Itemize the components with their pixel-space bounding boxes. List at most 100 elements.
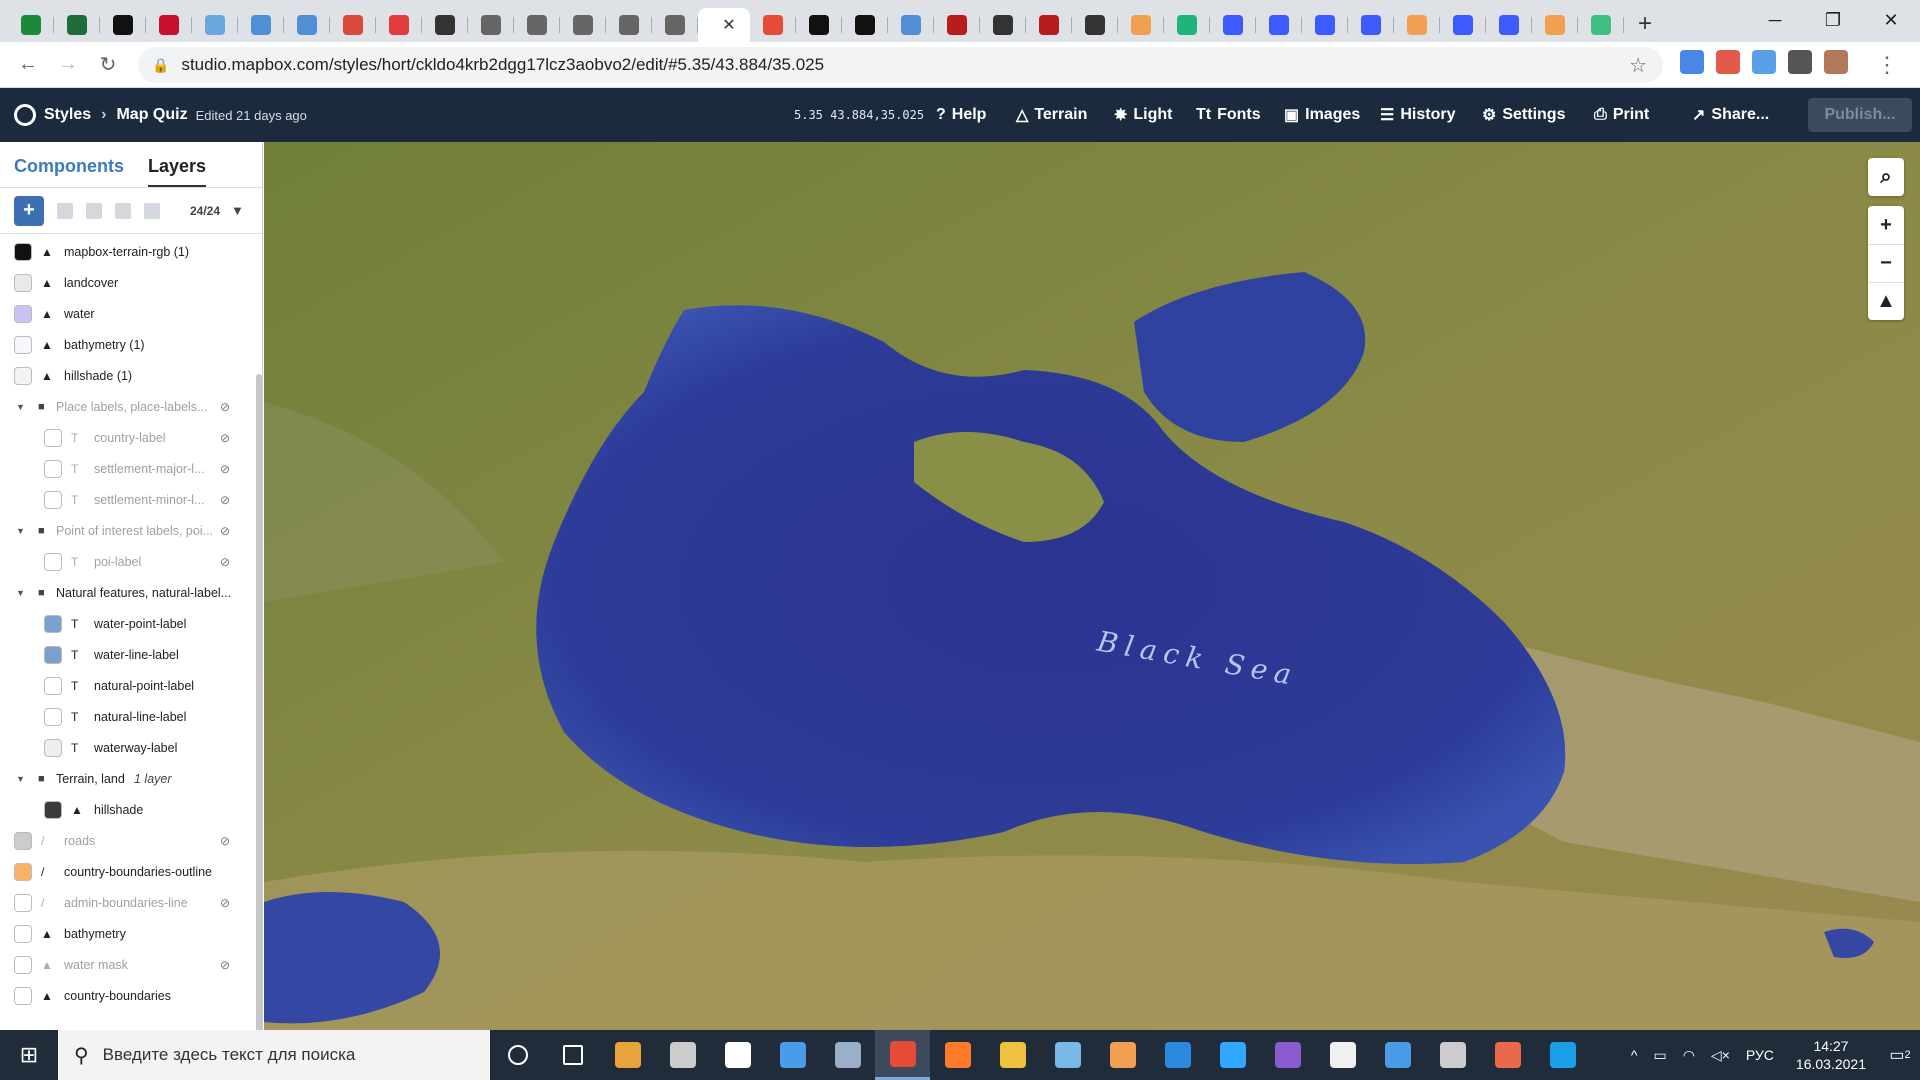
delete-icon[interactable] xyxy=(144,202,160,219)
images-button[interactable]: ▣ Images xyxy=(1284,105,1360,125)
browser-tab[interactable] xyxy=(1532,8,1578,42)
layer-color-swatch[interactable] xyxy=(14,986,32,1005)
help-button[interactable]: ? Help xyxy=(936,106,986,124)
browser-tab[interactable] xyxy=(146,8,192,42)
browser-tab[interactable] xyxy=(422,8,468,42)
layer-item[interactable]: ▲ landcover xyxy=(0,267,252,298)
browser-tab[interactable] xyxy=(330,8,376,42)
hidden-eye-icon[interactable]: ⊘ xyxy=(220,555,230,569)
browser-tab[interactable] xyxy=(934,8,980,42)
bookmark-star-icon[interactable]: ☆ xyxy=(1629,53,1647,78)
layer-color-swatch[interactable] xyxy=(44,552,62,571)
hidden-eye-icon[interactable]: ⊘ xyxy=(220,462,230,476)
zoom-out-button[interactable]: − xyxy=(1868,244,1904,282)
taskbar-app-vscode[interactable] xyxy=(1150,1030,1205,1080)
reload-icon[interactable]: ↻ xyxy=(88,45,128,85)
caret-down-icon[interactable]: ▼ xyxy=(16,402,25,412)
language-indicator[interactable]: РУС xyxy=(1746,1047,1774,1063)
layer-item[interactable]: ▲ mapbox-terrain-rgb (1) xyxy=(0,236,252,267)
taskbar-app-mail[interactable] xyxy=(765,1030,820,1080)
layer-item[interactable]: Tsettlement-major-l... ⊘ xyxy=(0,453,252,484)
layer-group[interactable]: ▼ ■ Natural features, natural-label... xyxy=(0,577,252,608)
browser-tab[interactable]: ✕ xyxy=(698,8,750,42)
back-icon[interactable]: ← xyxy=(8,45,48,85)
filter-icon[interactable]: ▼ xyxy=(231,203,244,218)
address-bar[interactable]: 🔒 studio.mapbox.com/styles/hort/ckldo4kr… xyxy=(138,47,1663,83)
browser-tab[interactable] xyxy=(1486,8,1532,42)
history-button[interactable]: ☰ History xyxy=(1380,105,1455,125)
layer-color-swatch[interactable] xyxy=(44,459,62,478)
extension-icon[interactable] xyxy=(1716,50,1740,74)
browser-tab[interactable] xyxy=(54,8,100,42)
browser-tab[interactable] xyxy=(376,8,422,42)
layer-item[interactable]: / country-boundaries-outline xyxy=(0,856,252,887)
browser-tab[interactable] xyxy=(652,8,698,42)
taskbar-app-calendar[interactable] xyxy=(1370,1030,1425,1080)
taskbar-app-settings-2[interactable] xyxy=(1425,1030,1480,1080)
layer-color-swatch[interactable] xyxy=(14,335,32,354)
browser-tab[interactable] xyxy=(1302,8,1348,42)
layer-group[interactable]: ▼ ■ Place labels, place-labels... ⊘ xyxy=(0,391,252,422)
sidebar-scrollbar[interactable] xyxy=(256,374,262,1030)
layer-item[interactable]: ▲ water mask ⊘ xyxy=(0,949,252,980)
settings-button[interactable]: ⚙ Settings xyxy=(1482,105,1565,125)
browser-tab[interactable] xyxy=(1072,8,1118,42)
browser-tab[interactable] xyxy=(1440,8,1486,42)
taskbar-app-game[interactable] xyxy=(1480,1030,1535,1080)
wifi-icon[interactable]: ◠ xyxy=(1683,1047,1695,1064)
extension-icon[interactable] xyxy=(1788,50,1812,74)
browser-tab[interactable] xyxy=(284,8,330,42)
print-button[interactable]: ⎙ Print xyxy=(1594,106,1649,124)
hidden-eye-icon[interactable]: ⊘ xyxy=(220,493,230,507)
battery-icon[interactable]: ▭ xyxy=(1653,1047,1666,1064)
new-tab-button[interactable]: + xyxy=(1638,10,1652,38)
layer-item[interactable]: Twater-line-label xyxy=(0,639,252,670)
browser-tab[interactable] xyxy=(1256,8,1302,42)
layer-color-swatch[interactable] xyxy=(14,366,32,385)
layer-item[interactable]: / roads ⊘ xyxy=(0,825,252,856)
browser-tab[interactable] xyxy=(192,8,238,42)
layer-color-swatch[interactable] xyxy=(14,955,32,974)
layer-color-swatch[interactable] xyxy=(14,831,32,850)
terrain-button[interactable]: △ Terrain xyxy=(1016,105,1087,125)
layer-item[interactable]: Tsettlement-minor-l... ⊘ xyxy=(0,484,252,515)
fonts-button[interactable]: Tt Fonts xyxy=(1196,106,1261,124)
layer-item[interactable]: ▲ hillshade xyxy=(0,794,252,825)
zoom-in-button[interactable]: + xyxy=(1868,206,1904,244)
tab-close-icon[interactable]: ✕ xyxy=(722,15,735,35)
layer-item[interactable]: Tpoi-label ⊘ xyxy=(0,546,252,577)
browser-tab[interactable] xyxy=(100,8,146,42)
duplicate-icon[interactable] xyxy=(57,202,73,219)
hidden-eye-icon[interactable]: ⊘ xyxy=(220,896,230,910)
layer-group[interactable]: ▼ ■ Point of interest labels, poi... ⊘ xyxy=(0,515,252,546)
layer-color-swatch[interactable] xyxy=(14,862,32,881)
browser-tab[interactable] xyxy=(750,8,796,42)
layer-item[interactable]: Tnatural-point-label xyxy=(0,670,252,701)
tab-layers[interactable]: Layers xyxy=(148,156,207,187)
tray-chevron-icon[interactable]: ^ xyxy=(1631,1047,1638,1063)
extension-icon[interactable] xyxy=(1680,50,1704,74)
styles-link[interactable]: Styles xyxy=(44,106,91,124)
layer-item[interactable]: Tnatural-line-label xyxy=(0,701,252,732)
browser-menu-icon[interactable]: ⋮ xyxy=(1876,52,1898,78)
minimize-icon[interactable]: ─ xyxy=(1746,0,1804,40)
layer-item[interactable]: ▲ water xyxy=(0,298,252,329)
hidden-eye-icon[interactable]: ⊘ xyxy=(220,431,230,445)
search-icon[interactable]: ⌕ xyxy=(1868,158,1904,196)
style-name[interactable]: Map Quiz xyxy=(116,106,187,124)
hidden-eye-icon[interactable]: ⊘ xyxy=(220,958,230,972)
browser-tab[interactable] xyxy=(8,8,54,42)
browser-tab[interactable] xyxy=(514,8,560,42)
notification-center[interactable]: ▭ 2 xyxy=(1880,1045,1920,1065)
layer-color-swatch[interactable] xyxy=(44,738,62,757)
browser-tab[interactable] xyxy=(842,8,888,42)
taskbar-app-settings[interactable] xyxy=(655,1030,710,1080)
layer-color-swatch[interactable] xyxy=(44,645,62,664)
layer-item[interactable]: Twater-point-label xyxy=(0,608,252,639)
layer-color-swatch[interactable] xyxy=(44,428,62,447)
layer-color-swatch[interactable] xyxy=(44,490,62,509)
taskbar-app-explorer[interactable] xyxy=(985,1030,1040,1080)
layer-color-swatch[interactable] xyxy=(44,800,62,819)
map-canvas[interactable]: Black Sea ⌕ + − ▲ xyxy=(264,142,1920,1030)
forward-icon[interactable]: → xyxy=(48,45,88,85)
